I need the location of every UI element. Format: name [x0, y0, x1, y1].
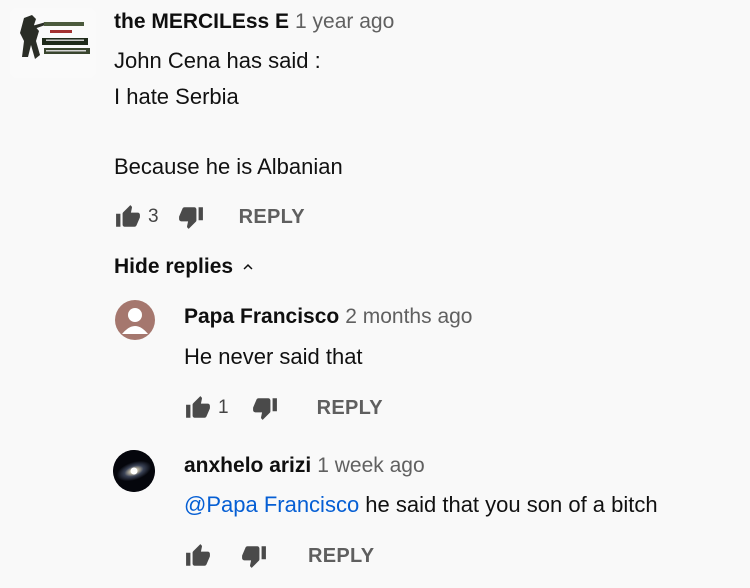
- reply-button[interactable]: REPLY: [239, 206, 305, 229]
- hide-replies-label: Hide replies: [114, 255, 234, 278]
- like-count: 3: [148, 206, 159, 227]
- comment-author[interactable]: the MERCILEss E: [114, 10, 289, 33]
- thumbs-up-icon: [116, 205, 140, 227]
- thumbs-down-icon: [252, 398, 277, 420]
- reply-avatar-2[interactable]: [113, 450, 155, 492]
- chevron-up-icon: [243, 264, 253, 270]
- comment-header: the MERCILEss E 1 year ago: [114, 9, 394, 35]
- dislike-button[interactable]: [177, 203, 205, 231]
- reply-button[interactable]: REPLY: [317, 397, 383, 420]
- thumbs-down-icon: [242, 546, 266, 568]
- like-button[interactable]: [184, 542, 212, 570]
- thumbs-up-icon: [186, 544, 210, 566]
- dislike-button[interactable]: [251, 394, 279, 422]
- thumbs-down-icon: [178, 207, 203, 229]
- reply-time-1[interactable]: 2 months ago: [345, 305, 472, 328]
- thumbs-up-icon: [186, 396, 210, 418]
- reply-body-2: @Papa Francisco he said that you son of …: [184, 488, 658, 522]
- comment-time[interactable]: 1 year ago: [295, 10, 394, 33]
- like-button[interactable]: [184, 394, 212, 422]
- hide-replies-toggle[interactable]: Hide replies: [114, 252, 257, 282]
- reply-header-2: anxhelo arizi 1 week ago: [184, 453, 425, 479]
- comment-actions: 3 REPLY: [114, 203, 305, 231]
- like-button[interactable]: [114, 203, 142, 231]
- like-count: 1: [218, 397, 229, 418]
- reply-button[interactable]: REPLY: [308, 545, 374, 568]
- reply-author-1[interactable]: Papa Francisco: [184, 305, 339, 328]
- reply-body-1: He never said that: [184, 344, 363, 369]
- reply-avatar-1[interactable]: [115, 300, 155, 340]
- mention-link[interactable]: @Papa Francisco: [184, 492, 359, 517]
- galaxy-icon: [113, 450, 155, 492]
- reply-body-2-text: he said that you son of a bitch: [359, 492, 658, 517]
- comment-body-line-1: John Cena has said :: [114, 48, 321, 73]
- default-user-icon: [122, 308, 148, 334]
- soldier-logo-icon: [10, 8, 96, 78]
- comment-body-line-4: Because he is Albanian: [114, 154, 343, 179]
- comment-body-line-2: I hate Serbia: [114, 84, 239, 109]
- reply-header-1: Papa Francisco 2 months ago: [184, 304, 473, 330]
- reply-time-2[interactable]: 1 week ago: [317, 454, 424, 477]
- reply-author-2[interactable]: anxhelo arizi: [184, 454, 311, 477]
- commenter-avatar[interactable]: [10, 8, 96, 78]
- reply-actions-1: 1 REPLY: [184, 394, 383, 422]
- dislike-button[interactable]: [240, 542, 268, 570]
- reply-actions-2: REPLY: [184, 542, 374, 570]
